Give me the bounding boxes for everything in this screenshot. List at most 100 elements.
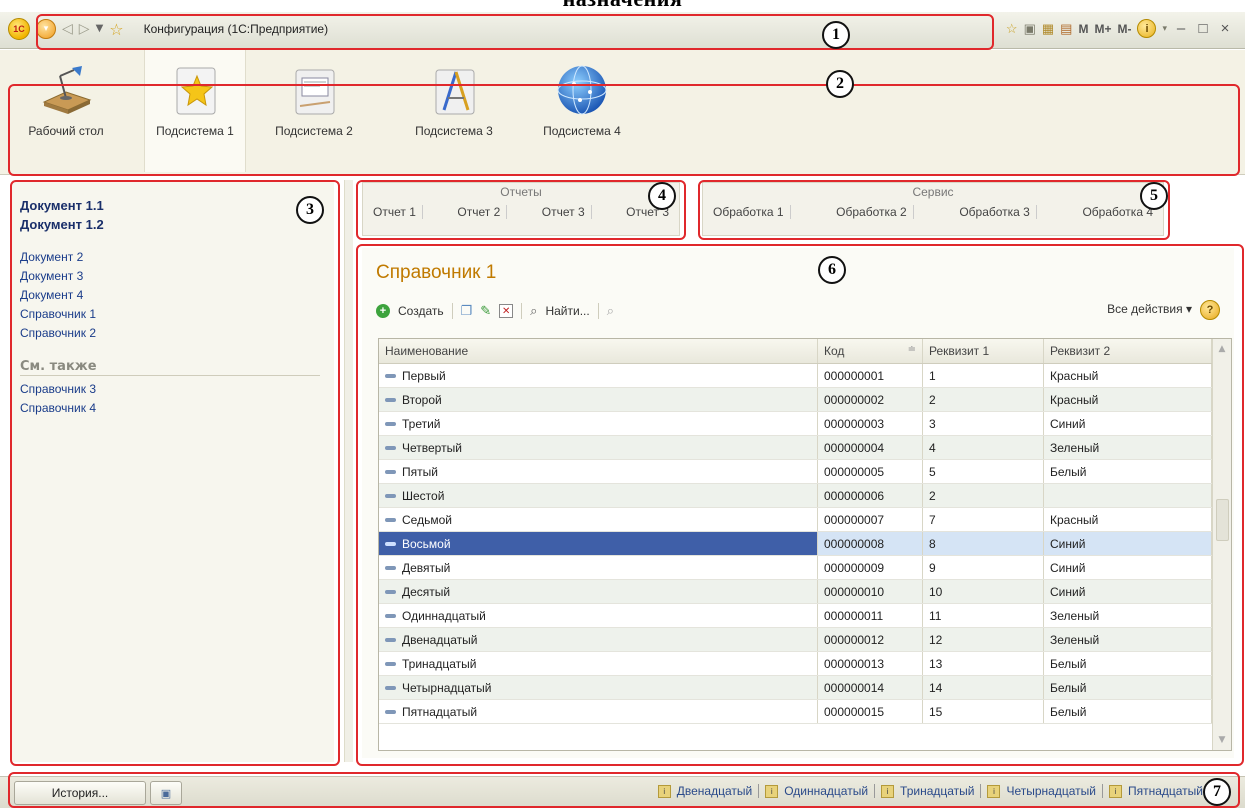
delete-mark-icon[interactable]: ✕	[499, 304, 514, 318]
column-header-attr-1[interactable]: Реквизит 1	[922, 339, 1044, 364]
section-label: Рабочий стол	[28, 124, 104, 138]
maximize-button[interactable]: □	[1195, 20, 1211, 37]
info-dropdown-icon[interactable]: ▾	[1162, 23, 1167, 34]
table-row[interactable]: Седьмой 000000007 7 Красный	[379, 507, 1212, 532]
nav-link-catalog-1[interactable]: Справочник 1	[20, 305, 320, 324]
open-window-tab[interactable]: i Двенадцатый	[652, 784, 760, 798]
close-button[interactable]: ×	[1217, 20, 1233, 37]
window-title: Конфигурация (1С:Предприятие)	[143, 22, 329, 36]
nav-link-catalog-2[interactable]: Справочник 2	[20, 324, 320, 343]
info-icon[interactable]: i	[1137, 19, 1157, 38]
table-row[interactable]: Второй 000000002 2 Красный	[379, 387, 1212, 412]
all-actions-menu[interactable]: Все действия ▾	[1107, 302, 1192, 316]
calculator-icon[interactable]: ▦	[1042, 21, 1054, 37]
find-button[interactable]: Найти...	[545, 304, 589, 318]
open-window-tab[interactable]: i Пятнадцатый	[1103, 784, 1209, 798]
history-button[interactable]: История...	[14, 781, 146, 805]
service-group: Сервис Обработка 1 Обработка 2 Обработка…	[702, 182, 1164, 236]
create-plus-icon[interactable]: +	[376, 304, 390, 318]
window-icon: i	[765, 784, 779, 798]
table-row[interactable]: Пятнадцатый 000000015 15 Белый	[379, 699, 1212, 724]
star-folder-icon	[167, 62, 223, 118]
reports-group: Отчеты Отчет 1 Отчет 2 Отчет 3 Отчет 3	[362, 182, 680, 236]
nav-link-document-1-2[interactable]: Документ 1.2	[20, 215, 320, 234]
toolbar-separator	[597, 303, 599, 319]
section-subsystem-4[interactable]: Подсистема 4	[532, 50, 632, 172]
processing-link-1[interactable]: Обработка 1	[707, 205, 791, 219]
table-row[interactable]: Первый 000000001 1 Красный	[379, 363, 1212, 388]
minimize-button[interactable]: –	[1173, 20, 1189, 37]
table-row[interactable]: Одиннадцатый 000000011 11 Зеленый	[379, 603, 1212, 628]
table-row[interactable]: Пятый 000000005 5 Белый	[379, 459, 1212, 484]
table-row-selected[interactable]: Восьмой 000000008 8 Синий	[379, 531, 1212, 556]
report-link-3[interactable]: Отчет 3	[536, 205, 592, 219]
sections-panel: Рабочий стол Подсистема 1 Подсистема 2 П…	[0, 50, 1245, 175]
processing-link-2[interactable]: Обработка 2	[830, 205, 914, 219]
open-window-tab[interactable]: i Четырнадцатый	[981, 784, 1103, 798]
scroll-down-icon[interactable]: ▼	[1213, 730, 1231, 750]
nav-link-document-1-1[interactable]: Документ 1.1	[20, 196, 320, 215]
memory-m-minus-button[interactable]: M-	[1117, 22, 1131, 36]
search-icon[interactable]: ⌕	[530, 303, 537, 319]
nav-link-document-2[interactable]: Документ 2	[20, 248, 320, 267]
window-icon: i	[1108, 784, 1122, 798]
memory-m-plus-button[interactable]: M+	[1094, 22, 1111, 36]
reports-group-title: Отчеты	[500, 185, 542, 199]
main-menu-button[interactable]: ▾	[36, 19, 56, 39]
section-subsystem-1[interactable]: Подсистема 1	[144, 50, 246, 172]
toolbar-separator	[521, 303, 523, 319]
nav-link-catalog-3[interactable]: Справочник 3	[20, 380, 320, 399]
table-row[interactable]: Девятый 000000009 9 Синий	[379, 555, 1212, 580]
help-icon[interactable]: ?	[1200, 300, 1220, 320]
open-window-tab[interactable]: i Тринадцатый	[875, 784, 982, 798]
favorites-star-icon[interactable]: ☆	[109, 20, 123, 39]
cancel-search-icon[interactable]: ⌕	[607, 303, 614, 319]
favorites-list-icon[interactable]: ▣	[1024, 21, 1036, 37]
edit-pencil-icon[interactable]: ✎	[480, 303, 491, 319]
column-header-name[interactable]: Наименование	[379, 339, 818, 364]
create-button[interactable]: Создать	[398, 304, 444, 318]
nav-link-document-4[interactable]: Документ 4	[20, 286, 320, 305]
history-dropdown-icon[interactable]: ▼	[96, 20, 104, 38]
processing-link-3[interactable]: Обработка 3	[953, 205, 1037, 219]
scroll-up-icon[interactable]: ▲	[1213, 339, 1231, 359]
table-row[interactable]: Четвертый 000000004 4 Зеленый	[379, 435, 1212, 460]
forward-arrow-icon[interactable]: ▷	[79, 20, 90, 38]
section-label: Подсистема 3	[415, 124, 493, 138]
catalog-table[interactable]: Наименование Код ≐ Реквизит 1 Реквизит 2 …	[378, 338, 1232, 751]
nav-link-catalog-4[interactable]: Справочник 4	[20, 399, 320, 418]
table-row[interactable]: Шестой 000000006 2	[379, 483, 1212, 508]
windows-list-icon[interactable]: ▣	[150, 781, 182, 805]
table-row[interactable]: Четырнадцатый 000000014 14 Белый	[379, 675, 1212, 700]
vertical-scrollbar[interactable]: ▲ ▼	[1212, 339, 1231, 750]
scroll-thumb[interactable]	[1216, 499, 1229, 541]
table-row[interactable]: Двенадцатый 000000012 12 Зеленый	[379, 627, 1212, 652]
item-icon	[385, 686, 396, 691]
memory-m-button[interactable]: M	[1078, 22, 1088, 36]
calendar-icon[interactable]: ▤	[1060, 21, 1072, 37]
column-header-attr-2[interactable]: Реквизит 2	[1043, 339, 1212, 364]
table-row[interactable]: Третий 000000003 3 Синий	[379, 411, 1212, 436]
table-row[interactable]: Тринадцатый 000000013 13 Белый	[379, 651, 1212, 676]
open-window-tab[interactable]: i Одиннадцатый	[759, 784, 876, 798]
navigation-panel: Документ 1.1 Документ 1.2 Документ 2 Док…	[12, 180, 334, 762]
table-row[interactable]: Десятый 000000010 10 Синий	[379, 579, 1212, 604]
callout-number-5: 5	[1140, 182, 1168, 210]
back-arrow-icon[interactable]: ◁	[62, 20, 73, 38]
1c-logo-icon[interactable]: 1С	[8, 18, 30, 40]
report-link-2[interactable]: Отчет 2	[451, 205, 508, 219]
item-icon	[385, 374, 396, 379]
column-header-code[interactable]: Код ≐	[817, 339, 923, 364]
section-label: Подсистема 4	[543, 124, 621, 138]
section-label: Подсистема 1	[156, 124, 234, 138]
section-subsystem-3[interactable]: Подсистема 3	[404, 50, 504, 172]
copy-icon[interactable]: ❐	[461, 303, 473, 319]
panel-splitter[interactable]	[344, 180, 353, 762]
section-desktop[interactable]: Рабочий стол	[16, 50, 116, 172]
report-link-1[interactable]: Отчет 1	[367, 205, 423, 219]
section-subsystem-2[interactable]: Подсистема 2	[264, 50, 364, 172]
add-favorite-icon[interactable]: ☆	[1006, 21, 1018, 37]
catalog-form: Справочник 1 + Создать ❐ ✎ ✕ ⌕ Найти... …	[362, 248, 1234, 758]
callout-number-3: 3	[296, 196, 324, 224]
nav-link-document-3[interactable]: Документ 3	[20, 267, 320, 286]
